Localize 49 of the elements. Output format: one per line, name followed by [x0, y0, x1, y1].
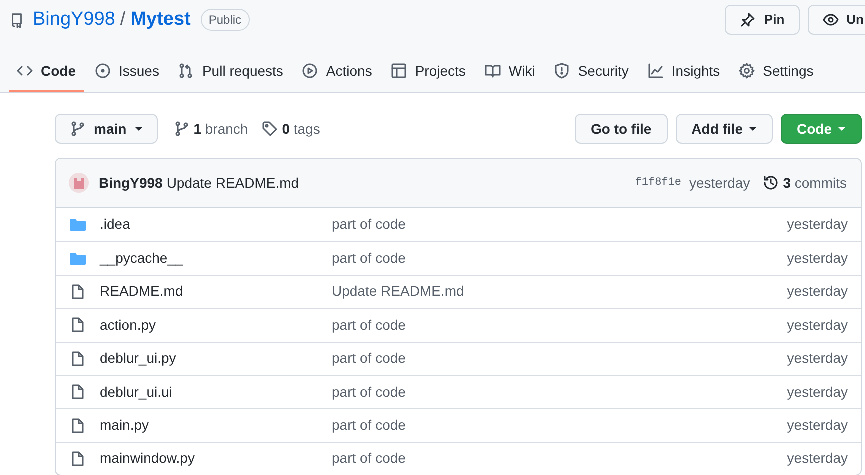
repo-name-link[interactable]: Mytest	[130, 6, 191, 34]
commit-message-link[interactable]: part of code	[332, 350, 406, 366]
file-time: yesterday	[787, 382, 848, 402]
file-time: yesterday	[787, 316, 848, 335]
file-time: yesterday	[787, 349, 848, 368]
nav-tab[interactable]: Security	[546, 52, 637, 92]
file-time: yesterday	[787, 282, 848, 302]
commit-message-link[interactable]: part of code	[332, 316, 406, 333]
commit-time: yesterday	[690, 174, 750, 193]
commit-message[interactable]: Update README.md	[166, 172, 300, 194]
visibility-label: Public	[200, 9, 250, 31]
commit-message-link[interactable]: Update README.md	[332, 283, 464, 300]
file-time: yesterday	[787, 249, 848, 268]
pin-button[interactable]: Pin	[725, 5, 800, 35]
nav-tab[interactable]: Projects	[383, 52, 474, 92]
commit-message-link[interactable]: part of code	[332, 384, 406, 400]
owner-link[interactable]: BingY998	[33, 6, 116, 34]
file-time: yesterday	[787, 416, 848, 436]
file-name-link[interactable]: README.md	[100, 283, 184, 300]
tags-link[interactable]: 0 tags	[262, 118, 320, 140]
file-name-link[interactable]: action.py	[100, 316, 156, 333]
nav-tab[interactable]: Pull requests	[170, 52, 292, 92]
nav-tab[interactable]: Code	[9, 52, 84, 92]
commit-author[interactable]: BingY998	[99, 172, 163, 194]
nav-tab[interactable]: Wiki	[476, 52, 544, 92]
commit-message-link[interactable]: part of code	[332, 216, 406, 232]
nav-tab[interactable]: Insights	[640, 52, 728, 92]
path-separator: /	[120, 8, 126, 32]
branches-link[interactable]: 1 branch	[174, 118, 248, 140]
nav-tab[interactable]: Settings	[731, 52, 822, 92]
file-name-link[interactable]: main.py	[100, 417, 150, 434]
file-time: yesterday	[787, 449, 848, 468]
file-name-link[interactable]: deblur_ui.py	[100, 350, 176, 366]
commit-message-link[interactable]: part of code	[332, 417, 406, 434]
commit-sha[interactable]: f1f8f1e	[635, 174, 682, 192]
file-name-link[interactable]: __pycache__	[100, 250, 184, 266]
branch-select[interactable]: main	[55, 114, 158, 144]
add-file-button[interactable]: Add file	[676, 114, 773, 144]
commit-message-link[interactable]: part of code	[332, 250, 406, 266]
nav-tab[interactable]: Issues	[87, 52, 168, 92]
commit-message-link[interactable]: part of code	[332, 450, 406, 466]
file-time: yesterday	[787, 215, 848, 234]
commits-link[interactable]: 3 commits	[763, 172, 847, 194]
go-to-file-button[interactable]: Go to file	[574, 114, 668, 144]
file-name-link[interactable]: .idea	[100, 216, 130, 232]
file-name-link[interactable]: deblur_ui.ui	[100, 384, 172, 400]
nav-tab[interactable]: Actions	[294, 52, 380, 92]
watch-button[interactable]: Un	[808, 5, 865, 35]
file-name-link[interactable]: mainwindow.py	[100, 450, 195, 466]
